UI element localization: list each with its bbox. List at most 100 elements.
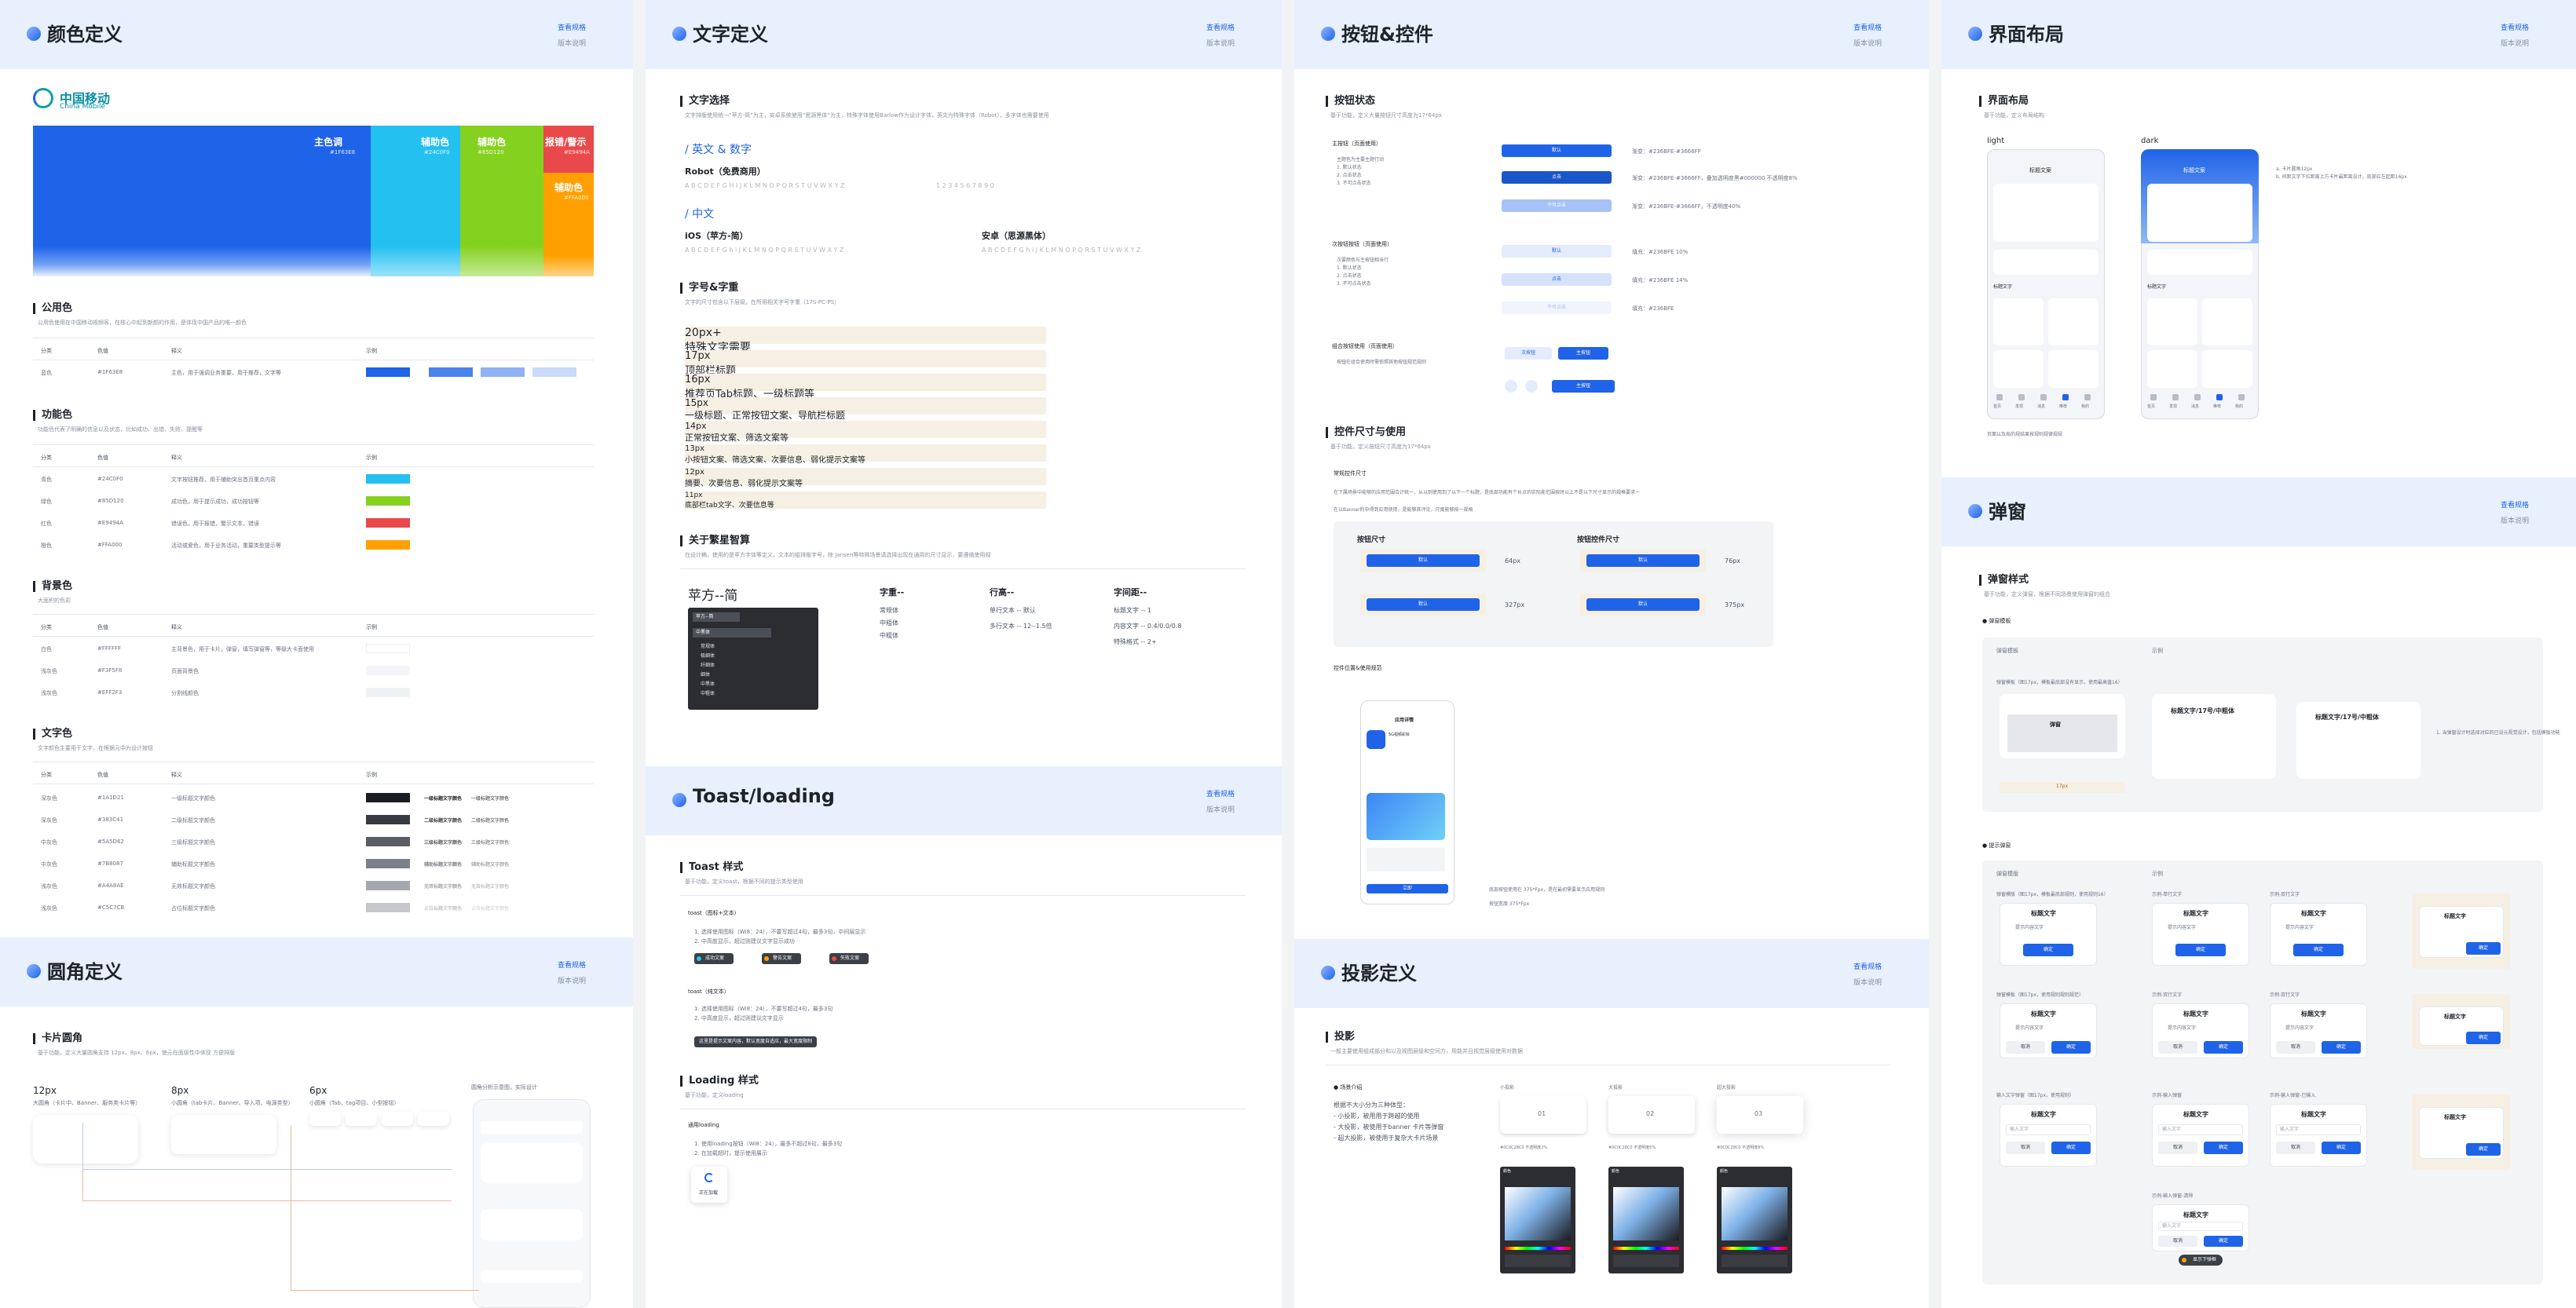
spec-link[interactable]: 查看规格 [1853, 961, 1882, 971]
bg-color-title: 背景色 [33, 581, 72, 592]
picker-inputs[interactable] [1722, 1255, 1787, 1267]
tab-label[interactable]: 发现 [2015, 404, 2023, 409]
state-desc: 渐变：#236BFE-#3666FF，不透明度40% [1632, 203, 1741, 210]
weight-option[interactable]: 中黑体 [701, 680, 715, 687]
group-label: 次按钮按钮（页面使用） [1332, 241, 1392, 247]
version-link[interactable]: 版本说明 [2501, 38, 2529, 48]
dialog-cancel-button[interactable]: 取消 [2006, 1142, 2045, 1154]
tab-label[interactable]: 推荐 [2213, 404, 2221, 409]
primary-button-pressed[interactable]: 点击 [1502, 171, 1612, 184]
tab-icon[interactable] [2040, 394, 2047, 400]
dialog-content: 提示内容文字 [2285, 1025, 2314, 1031]
weight-select[interactable]: 中黑体 [693, 628, 771, 638]
combo-secondary-button[interactable]: 次按钮 [1505, 347, 1552, 360]
dialog-input[interactable]: 输入文字 [2276, 1124, 2361, 1135]
dialog-ok-button[interactable]: 确定 [2466, 1032, 2501, 1044]
version-link[interactable]: 版本说明 [558, 975, 586, 985]
dialog-ok-button[interactable]: 确定 [2051, 1142, 2091, 1154]
dialog-ok-button[interactable]: 确定 [2293, 944, 2344, 956]
spec-link[interactable]: 查看规格 [1206, 22, 1235, 32]
dialog-ok-button[interactable]: 确定 [2051, 1041, 2091, 1054]
tab-icon[interactable] [2172, 394, 2179, 400]
secondary-button-pressed[interactable]: 点击 [1502, 273, 1612, 286]
tab-icon[interactable] [2238, 394, 2245, 400]
size-px: 76px [1725, 557, 1740, 564]
dialog-ok-button[interactable]: 确定 [2023, 944, 2073, 956]
spec-link[interactable]: 查看规格 [2501, 499, 2529, 510]
tab-icon[interactable] [2194, 394, 2201, 400]
spec-link[interactable]: 查看规格 [1853, 22, 1882, 32]
spec-link[interactable]: 查看规格 [558, 959, 586, 970]
tab-label[interactable]: 我的 [2081, 404, 2089, 409]
version-link[interactable]: 版本说明 [1206, 804, 1235, 814]
tab-icon[interactable] [2216, 394, 2223, 400]
spec-link[interactable]: 查看规格 [2501, 22, 2529, 32]
dialog-input[interactable]: 输入文字 [2158, 1222, 2243, 1231]
dialog-cancel-button[interactable]: 取消 [2006, 1041, 2045, 1054]
dialog-ok-button[interactable]: 确定 [2322, 1041, 2361, 1054]
weight-option[interactable]: 纤细体 [701, 661, 715, 668]
tab-label[interactable]: 推荐 [2059, 404, 2067, 409]
weight-option[interactable]: 常规体 [701, 642, 715, 649]
spec-link[interactable]: 查看规格 [1206, 788, 1235, 798]
version-link[interactable]: 版本说明 [2501, 515, 2529, 525]
palette-code: #FFA000 [564, 195, 589, 201]
tab-label[interactable]: 消息 [2037, 404, 2045, 409]
weight-option[interactable]: 细体 [701, 670, 710, 678]
tab-label[interactable]: 我的 [2235, 404, 2243, 409]
dialog-ok-button[interactable]: 确定 [2466, 942, 2501, 955]
primary-button-default[interactable]: 默认 [1502, 144, 1612, 157]
combo-main-button[interactable]: 主按钮 [1552, 380, 1615, 393]
tab-icon[interactable] [1996, 394, 2003, 400]
version-link[interactable]: 版本说明 [1206, 38, 1235, 48]
dialog-input[interactable]: 输入文字 [2158, 1124, 2243, 1135]
dialog-cancel-button[interactable]: 取消 [2158, 1236, 2197, 1247]
version-link[interactable]: 版本说明 [1853, 38, 1882, 48]
tab-icon[interactable] [2084, 394, 2091, 400]
tab-label[interactable]: 首页 [2147, 404, 2155, 409]
round-button[interactable] [1525, 380, 1538, 393]
primary-button-disabled[interactable]: 不可点击 [1502, 199, 1612, 212]
dialog-cancel-button[interactable]: 取消 [2276, 1041, 2315, 1054]
dialog-cancel-button[interactable]: 取消 [2158, 1041, 2197, 1054]
dialog-cancel-button[interactable]: 取消 [2276, 1142, 2315, 1154]
dialog-ok-button[interactable]: 确定 [2204, 1236, 2243, 1247]
picker-inputs[interactable] [1505, 1255, 1571, 1267]
spec-link[interactable]: 查看规格 [558, 22, 586, 32]
size-sample-button[interactable]: 默认 [1586, 554, 1700, 567]
size-sample-button[interactable]: 默认 [1367, 598, 1480, 611]
swatch [366, 496, 410, 506]
dialog-cancel-button[interactable]: 取消 [2158, 1142, 2197, 1154]
tab-label[interactable]: 首页 [1993, 404, 2001, 409]
combo-primary-button[interactable]: 主按钮 [1558, 347, 1608, 360]
palette-code: #24C0F0 [424, 149, 450, 155]
tab-icon[interactable] [2150, 394, 2157, 400]
dialog-ok-button[interactable]: 确定 [2466, 1143, 2501, 1156]
tab-icon[interactable] [2018, 394, 2025, 400]
size-sample-button[interactable]: 默认 [1586, 598, 1700, 611]
install-button[interactable]: 立即 [1367, 884, 1448, 893]
dialog-ok-button[interactable]: 确定 [2204, 1041, 2243, 1054]
hue-slider[interactable] [1722, 1247, 1787, 1250]
weight-option[interactable]: 中粗体 [701, 689, 715, 696]
tab-label[interactable]: 发现 [2169, 404, 2177, 409]
version-link[interactable]: 版本说明 [558, 38, 586, 48]
hue-slider[interactable] [1613, 1247, 1679, 1250]
round-button[interactable] [1505, 380, 1517, 393]
cell: #A4A8AE [97, 882, 124, 889]
dialog-ok-button[interactable]: 确定 [2322, 1142, 2361, 1154]
weight-option[interactable]: 极细体 [701, 652, 715, 659]
row-label: 示例-输入弹窗-清除 [2152, 1193, 2194, 1199]
picker-inputs[interactable] [1613, 1255, 1679, 1267]
tab-label[interactable]: 消息 [2191, 404, 2199, 409]
size-sample-button[interactable]: 默认 [1367, 554, 1480, 567]
dialog-ok-button[interactable]: 确定 [2204, 1142, 2243, 1154]
version-link[interactable]: 版本说明 [1853, 977, 1882, 987]
tab-icon[interactable] [2062, 394, 2069, 400]
secondary-button-disabled[interactable]: 不可点击 [1502, 301, 1612, 314]
dialog-ok-button[interactable]: 确定 [2175, 944, 2226, 956]
dialog-input[interactable]: 输入文字 [2006, 1124, 2091, 1135]
hue-slider[interactable] [1505, 1247, 1571, 1250]
secondary-button-default[interactable]: 默认 [1502, 245, 1612, 258]
font-select[interactable]: 苹方--简 [693, 612, 740, 622]
